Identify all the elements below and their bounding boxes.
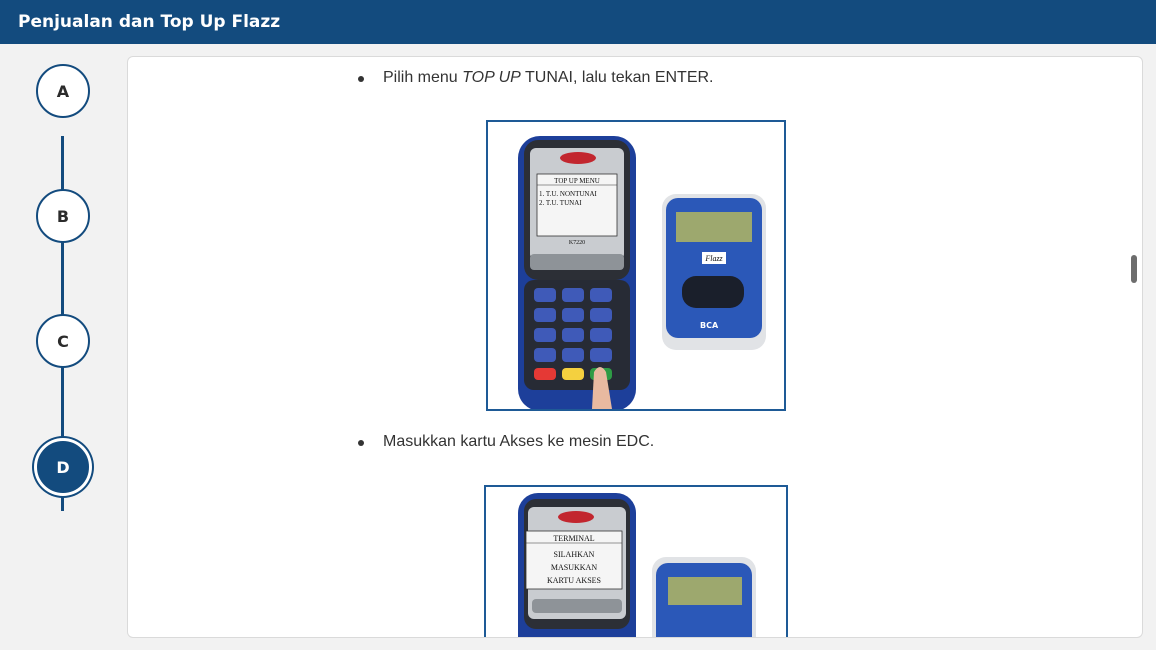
step-b-button[interactable]: B [36, 189, 90, 243]
terminal-screen-title: TERMINAL [553, 534, 594, 543]
bullet-dot [358, 76, 364, 82]
page-header: Penjualan dan Top Up Flazz [0, 0, 1156, 44]
instruction-text: Pilih menu TOP UP TUNAI, lalu tekan ENTE… [383, 69, 714, 86]
step-d-button[interactable]: D [37, 441, 89, 493]
edc-insert-card-image: TERMINAL SILAHKAN MASUKKAN KARTU AKSES [484, 485, 788, 637]
edc-model-label: K7220 [569, 240, 585, 246]
edc-topup-menu-image: TOP UP MENU 1. T.U. NONTUNAI 2. T.U. TUN… [486, 120, 786, 411]
terminal-line-3: KARTU AKSES [547, 576, 601, 585]
bullet-dot [358, 440, 364, 446]
terminal-line-1: SILAHKAN [554, 550, 595, 559]
step-navigator: A B C D [0, 44, 126, 650]
step-c-button[interactable]: C [36, 314, 90, 368]
card-reader-brand: Flazz [704, 254, 723, 263]
step-a-button[interactable]: A [36, 64, 90, 118]
edc-illustration: TOP UP MENU 1. T.U. NONTUNAI 2. T.U. TUN… [518, 136, 766, 409]
terminal-line-2: MASUKKAN [551, 563, 597, 572]
edc-option-1: 1. T.U. NONTUNAI [539, 190, 598, 198]
scrollbar-thumb[interactable] [1131, 255, 1137, 283]
edc-illustration-2: TERMINAL SILAHKAN MASUKKAN KARTU AKSES [518, 493, 756, 637]
instruction-text: Masukkan kartu Akses ke mesin EDC. [383, 433, 655, 450]
bank-logo: BCA [700, 321, 719, 330]
edc-option-2: 2. T.U. TUNAI [539, 199, 582, 207]
instruction-item: Masukkan kartu Akses ke mesin EDC. [358, 433, 654, 451]
content-panel: Pilih menu TOP UP TUNAI, lalu tekan ENTE… [127, 56, 1143, 638]
page-title: Penjualan dan Top Up Flazz [18, 12, 281, 32]
instruction-item: Pilih menu TOP UP TUNAI, lalu tekan ENTE… [358, 69, 714, 87]
edc-screen-title: TOP UP MENU [554, 177, 600, 185]
